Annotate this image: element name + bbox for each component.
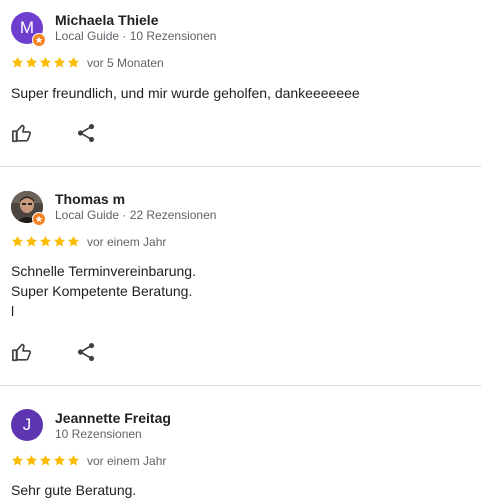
star-icon: [67, 56, 80, 68]
star-icon: [25, 235, 38, 247]
reviewer-name[interactable]: Thomas m: [55, 191, 125, 207]
divider: [0, 385, 481, 386]
divider: [0, 166, 481, 167]
star-icon: [25, 56, 38, 68]
share-icon: [77, 343, 95, 361]
star-icon: [11, 454, 24, 466]
review-text: Super freundlich, und mir wurde geholfen…: [11, 83, 360, 103]
star-icon: [11, 56, 24, 68]
star-icon: [11, 235, 24, 247]
review-text-line: Schnelle Terminvereinbarung.: [11, 263, 196, 279]
reviewer-avatar[interactable]: M: [11, 12, 46, 47]
star-icon: [25, 454, 38, 466]
review-text-line: Super Kompetente Beratung.: [11, 283, 193, 299]
like-button[interactable]: [11, 341, 33, 363]
reviewer-name[interactable]: Michaela Thiele: [55, 12, 158, 28]
star-icon: [39, 454, 52, 466]
star-rating: [11, 56, 81, 69]
review-text-line: Super freundlich, und mir wurde geholfen…: [11, 85, 360, 101]
review-time: vor einem Jahr: [87, 235, 167, 249]
star-icon: [67, 454, 80, 466]
review-text: Sehr gute Beratung.: [11, 480, 136, 500]
thumbs-up-icon: [12, 343, 32, 362]
like-button[interactable]: [11, 122, 33, 144]
share-button[interactable]: [75, 122, 97, 144]
avatar-letter: J: [22, 415, 32, 434]
star-icon: [39, 235, 52, 247]
share-button[interactable]: [75, 341, 97, 363]
review-time: vor 5 Monaten: [87, 56, 164, 70]
reviewer-avatar[interactable]: J: [11, 409, 43, 441]
star-icon: [39, 56, 52, 68]
local-guide-badge-icon: [32, 212, 46, 226]
review-text: Schnelle Terminvereinbarung. Super Kompe…: [11, 261, 196, 321]
review-text-line: Sehr gute Beratung.: [11, 482, 137, 498]
reviews-list: M Michaela Thiele Local Guide · 10 Rezen…: [0, 0, 481, 504]
star-icon: [53, 454, 66, 466]
reviewer-avatar[interactable]: [11, 191, 46, 226]
reviewer-meta: 10 Rezensionen: [55, 427, 142, 441]
reviewer-name[interactable]: Jeannette Freitag: [55, 410, 171, 426]
reviewer-meta: Local Guide · 10 Rezensionen: [55, 29, 217, 43]
avatar-letter: M: [19, 18, 35, 37]
star-rating: [11, 235, 81, 248]
star-icon: [53, 235, 66, 247]
star-icon: [53, 56, 66, 68]
local-guide-badge-icon: [32, 33, 46, 47]
review-text-line: l: [11, 303, 15, 319]
share-icon: [77, 124, 95, 142]
star-rating: [11, 454, 81, 467]
review-time: vor einem Jahr: [87, 454, 167, 468]
thumbs-up-icon: [12, 124, 32, 143]
star-icon: [67, 235, 80, 247]
reviewer-meta: Local Guide · 22 Rezensionen: [55, 208, 217, 222]
